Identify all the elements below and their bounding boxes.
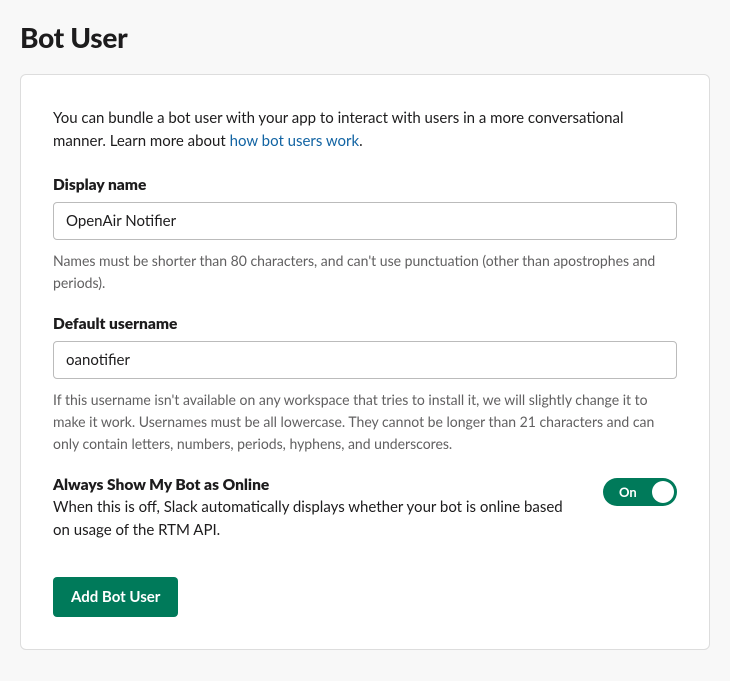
- how-bot-users-work-link[interactable]: how bot users work: [230, 132, 360, 150]
- default-username-help: If this username isn't available on any …: [53, 389, 677, 454]
- add-bot-user-button[interactable]: Add Bot User: [53, 577, 178, 617]
- toggle-knob: [652, 481, 674, 503]
- bot-user-card: You can bundle a bot user with your app …: [20, 74, 710, 650]
- display-name-label: Display name: [53, 176, 677, 194]
- display-name-field-group: Display name Names must be shorter than …: [53, 176, 677, 293]
- intro-text: You can bundle a bot user with your app …: [53, 107, 677, 152]
- display-name-help: Names must be shorter than 80 characters…: [53, 250, 677, 293]
- page-title: Bot User: [20, 20, 710, 54]
- online-toggle-label: Always Show My Bot as Online: [53, 476, 579, 494]
- display-name-input[interactable]: [53, 202, 677, 240]
- online-toggle-row: Always Show My Bot as Online When this i…: [53, 476, 677, 541]
- online-toggle-description: When this is off, Slack automatically di…: [53, 496, 579, 541]
- online-toggle[interactable]: On: [603, 478, 677, 506]
- default-username-label: Default username: [53, 315, 677, 333]
- default-username-field-group: Default username If this username isn't …: [53, 315, 677, 454]
- intro-text-after: .: [359, 132, 363, 150]
- online-toggle-text: Always Show My Bot as Online When this i…: [53, 476, 579, 541]
- default-username-input[interactable]: [53, 341, 677, 379]
- online-toggle-state-text: On: [619, 484, 637, 500]
